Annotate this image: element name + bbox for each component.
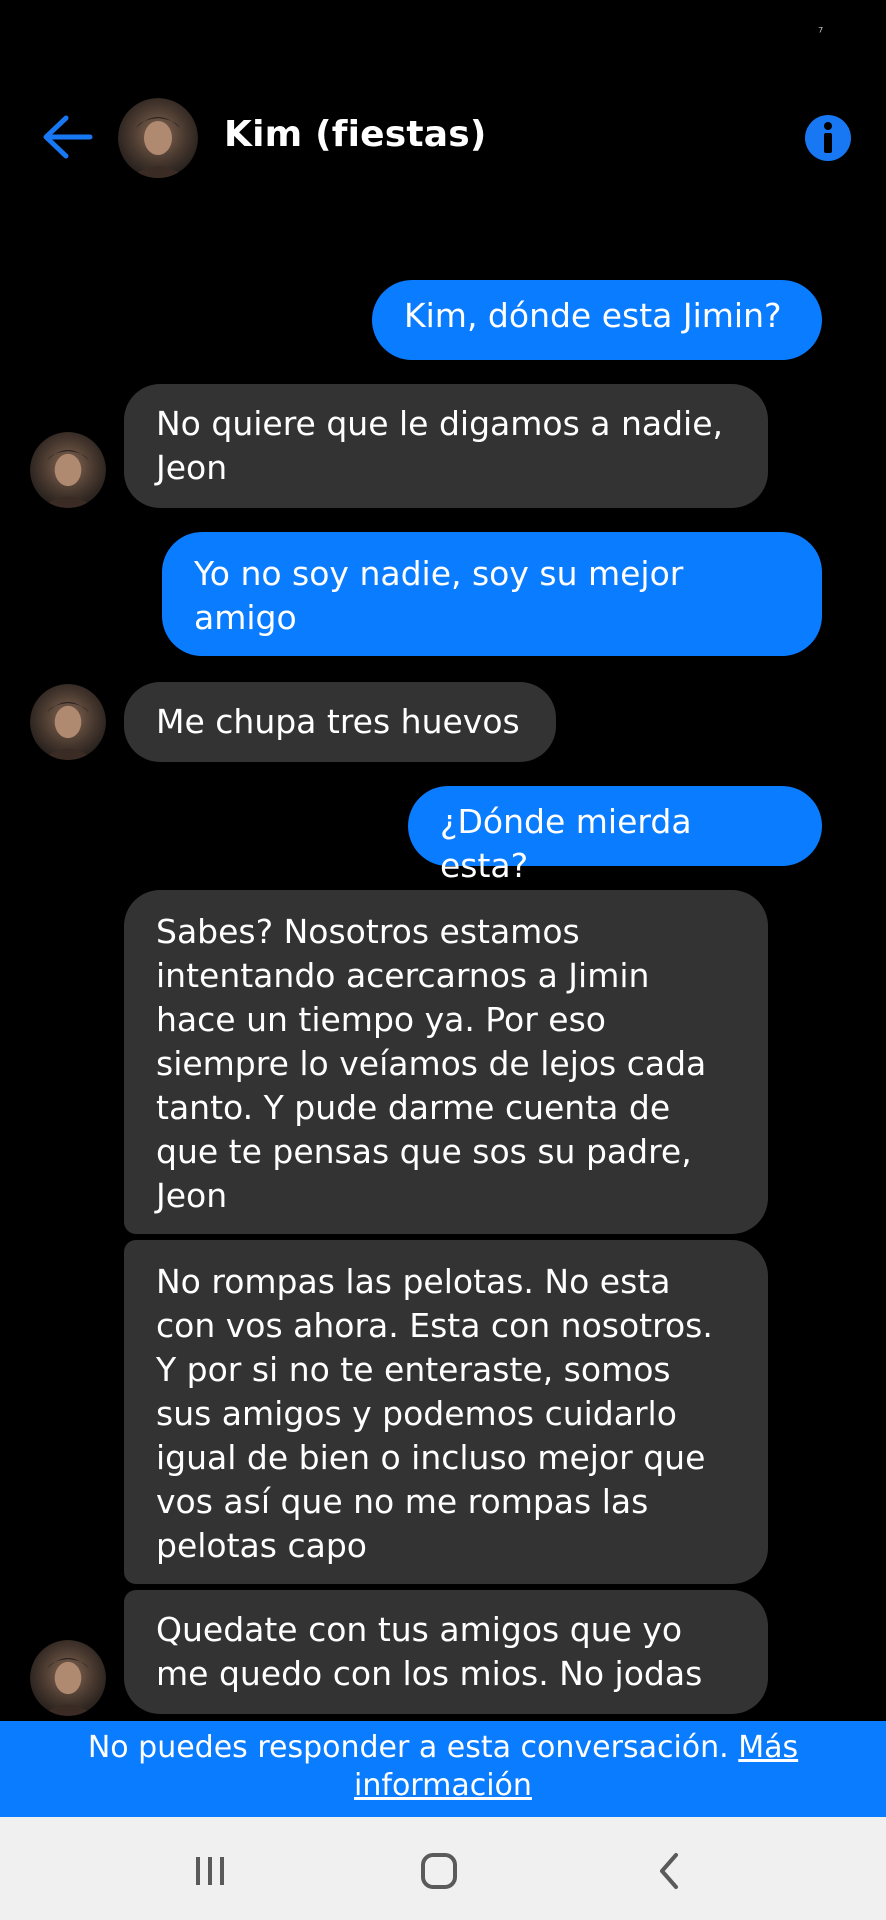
- sent-message[interactable]: Kim, dónde esta Jimin?: [372, 280, 822, 360]
- received-message[interactable]: Me chupa tres huevos: [124, 682, 556, 762]
- avatar-photo: [30, 684, 106, 760]
- sender-avatar[interactable]: [30, 432, 106, 508]
- status-indicator: ⁷: [818, 26, 824, 41]
- avatar-photo: [30, 432, 106, 508]
- sent-message[interactable]: Yo no soy nadie, soy su mejor amigo: [162, 532, 822, 656]
- avatar-photo: [118, 98, 198, 178]
- sender-avatar[interactable]: [30, 684, 106, 760]
- back-button[interactable]: [40, 112, 94, 162]
- contact-avatar[interactable]: [118, 98, 198, 178]
- info-button[interactable]: [804, 114, 852, 162]
- recents-icon: [196, 1857, 224, 1885]
- recents-button[interactable]: [186, 1847, 234, 1895]
- chat-header: Kim (fiestas): [0, 90, 886, 186]
- sender-avatar[interactable]: [30, 1640, 106, 1716]
- received-message[interactable]: Quedate con tus amigos que yo me quedo c…: [124, 1590, 768, 1714]
- sent-message[interactable]: ¿Dónde mierda esta?: [408, 786, 822, 885]
- nav-back-button[interactable]: [646, 1847, 694, 1895]
- back-chevron-icon: [660, 1853, 678, 1889]
- arrow-left-icon: [43, 115, 93, 159]
- received-message[interactable]: Sabes? Nosotros estamos intentando acerc…: [124, 890, 768, 1234]
- avatar-photo: [30, 1640, 106, 1716]
- info-icon: [805, 115, 851, 161]
- contact-name[interactable]: Kim (fiestas): [224, 114, 487, 155]
- home-icon: [421, 1853, 457, 1889]
- received-message[interactable]: No quiere que le digamos a nadie, Jeon: [124, 384, 768, 508]
- home-button[interactable]: [415, 1847, 463, 1895]
- banner-text: No puedes responder a esta conversación.: [87, 1730, 729, 1765]
- system-navigation-bar: [0, 1817, 886, 1920]
- received-message[interactable]: No rompas las pelotas. No esta con vos a…: [124, 1240, 768, 1584]
- chat-screen: ⁷ Kim (fiestas) Kim, dónde esta Jimin? N…: [0, 0, 886, 1920]
- cannot-reply-banner: No puedes responder a esta conversación.…: [0, 1721, 886, 1817]
